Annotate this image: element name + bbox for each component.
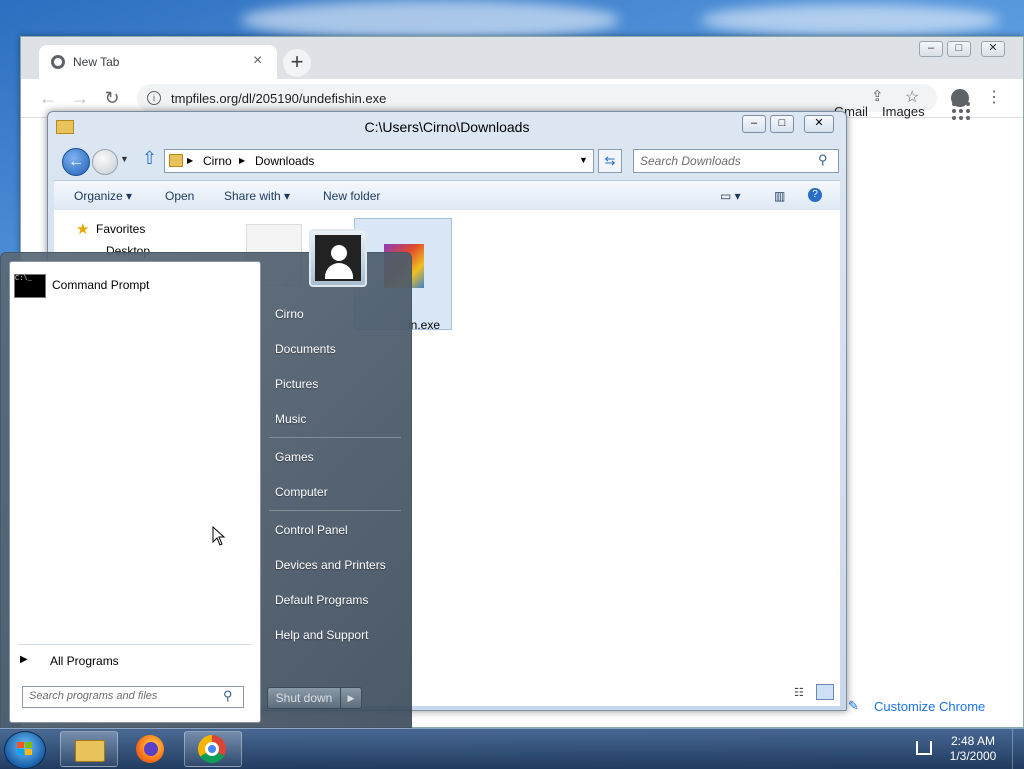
share-icon[interactable]: ⇪ (871, 87, 884, 105)
start-item-default-programs[interactable]: Default Programs (275, 593, 368, 607)
breadcrumb-separator-icon[interactable]: ▶ (187, 156, 193, 165)
all-programs-button[interactable]: All Programs (50, 654, 119, 668)
share-with-button[interactable]: Share with ▾ (224, 189, 290, 203)
change-view-icon[interactable]: ▭ ▾ (720, 189, 741, 203)
breadcrumb-downloads[interactable]: Downloads (255, 154, 314, 168)
all-programs-arrow-icon: ▶ (20, 654, 28, 665)
desktop-cloud (240, 0, 620, 40)
start-menu-programs-pane: C:\_ Command Prompt ▶ All Programs Searc… (9, 261, 261, 723)
command-prompt-icon: C:\_ (14, 274, 46, 298)
tab-title: New Tab (73, 55, 120, 69)
minimize-button[interactable]: – (919, 41, 943, 57)
search-placeholder: Search programs and files (29, 690, 158, 702)
system-clock[interactable]: 2:48 AM 1/3/2000 (944, 734, 1002, 764)
explorer-forward-button[interactable] (92, 149, 118, 175)
chrome-icon (198, 735, 226, 763)
address-url[interactable]: tmpfiles.org/dl/205190/undefishin.exe (171, 91, 386, 106)
clock-date: 1/3/2000 (949, 749, 997, 763)
open-button[interactable]: Open (165, 189, 194, 203)
explorer-back-button[interactable]: ← (62, 148, 90, 176)
back-arrow-icon[interactable]: ← (37, 87, 59, 109)
address-bar[interactable]: i tmpfiles.org/dl/205190/undefishin.exe … (137, 84, 937, 112)
firefox-icon (136, 735, 164, 763)
search-icon[interactable]: ⚲ (818, 152, 828, 168)
maximize-button[interactable]: □ (947, 41, 971, 57)
preview-pane-icon[interactable]: ▥ (774, 189, 785, 203)
start-menu: C:\_ Command Prompt ▶ All Programs Searc… (0, 229, 412, 730)
search-placeholder: Search Downloads (640, 154, 741, 168)
program-label: Command Prompt (52, 278, 150, 292)
taskbar-chrome-button[interactable] (184, 731, 242, 767)
start-item-control-panel[interactable]: Control Panel (275, 523, 348, 537)
taskbar: 2:48 AM 1/3/2000 (0, 728, 1024, 769)
start-item-help-support[interactable]: Help and Support (275, 628, 368, 642)
user-avatar-icon (315, 235, 361, 281)
start-item-music[interactable]: Music (275, 412, 306, 426)
start-item-cirno[interactable]: Cirno (275, 307, 304, 321)
close-button[interactable]: ✕ (981, 41, 1005, 57)
help-icon[interactable]: ? (808, 188, 822, 202)
desktop-cloud (700, 4, 1000, 36)
divider (18, 644, 252, 645)
forward-arrow-icon[interactable]: → (69, 87, 91, 109)
organize-button[interactable]: Organize ▾ (74, 189, 132, 203)
menu-kebab-icon[interactable]: ⋮ (983, 87, 1005, 109)
breadcrumb-separator-icon[interactable]: ▶ (239, 156, 245, 165)
clock-time: 2:48 AM (950, 734, 996, 748)
network-icon[interactable] (916, 741, 932, 755)
start-item-devices-printers[interactable]: Devices and Printers (275, 558, 386, 572)
taskbar-firefox-button[interactable] (122, 731, 180, 767)
new-tab-button[interactable]: + (283, 49, 311, 77)
nav-favorites[interactable]: Favorites (96, 222, 145, 236)
shut-down-options-icon[interactable]: ▶ (340, 687, 362, 709)
address-dropdown-icon[interactable]: ▼ (579, 155, 588, 165)
reload-icon[interactable]: ↻ (101, 87, 123, 109)
user-picture[interactable] (309, 229, 367, 287)
file-name[interactable]: in.exe (408, 318, 440, 332)
mouse-cursor-icon (212, 526, 226, 546)
recent-pages-icon[interactable]: ▼ (120, 154, 129, 164)
explorer-address-bar[interactable]: ▶ Cirno ▶ Downloads ▼ (164, 149, 594, 173)
divider (269, 510, 401, 511)
explorer-title: C:\Users\Cirno\Downloads (364, 119, 530, 135)
large-icons-view-icon[interactable] (816, 684, 834, 700)
start-item-games[interactable]: Games (275, 450, 314, 464)
start-item-documents[interactable]: Documents (275, 342, 336, 356)
details-view-icon[interactable]: ☷ (794, 686, 804, 699)
explorer-close-button[interactable]: ✕ (804, 115, 834, 133)
pencil-icon: ✎ (848, 698, 859, 713)
folder-icon (75, 740, 105, 762)
tab-new-tab[interactable]: New Tab × (39, 45, 277, 79)
explorer-maximize-button[interactable]: □ (770, 115, 794, 133)
apps-grid-icon[interactable] (952, 102, 972, 122)
program-command-prompt[interactable]: C:\_ Command Prompt (10, 266, 260, 298)
up-arrow-icon[interactable]: ⇧ (142, 148, 157, 169)
chrome-favicon-icon (51, 55, 65, 69)
start-item-computer[interactable]: Computer (275, 485, 328, 499)
explorer-command-bar: Organize ▾ Open Share with ▾ New folder … (54, 180, 840, 212)
refresh-icon[interactable]: ⇆ (598, 149, 622, 173)
windows-logo-icon (17, 742, 33, 756)
chrome-tab-strip: New Tab × + – □ ✕ (21, 37, 1023, 79)
start-button[interactable] (4, 731, 46, 769)
new-folder-button[interactable]: New folder (323, 189, 380, 203)
divider (269, 437, 401, 438)
taskbar-explorer-button[interactable] (60, 731, 118, 767)
folder-icon (169, 154, 183, 167)
start-item-pictures[interactable]: Pictures (275, 377, 318, 391)
explorer-minimize-button[interactable]: – (742, 115, 766, 133)
customize-chrome-button[interactable]: ✎ Customize Chrome (832, 690, 1008, 722)
customize-chrome-label: Customize Chrome (874, 699, 986, 714)
start-search-input[interactable]: Search programs and files ⚲ (22, 686, 244, 708)
favorites-star-icon: ★ (76, 221, 90, 238)
breadcrumb-cirno[interactable]: Cirno (203, 154, 232, 168)
images-link[interactable]: Images (882, 104, 925, 119)
tab-close-icon[interactable]: × (253, 52, 262, 70)
search-icon[interactable]: ⚲ (223, 688, 233, 704)
shut-down-button[interactable]: Shut down (267, 687, 341, 709)
site-info-icon[interactable]: i (147, 91, 161, 105)
show-desktop-button[interactable] (1012, 729, 1024, 769)
explorer-search-input[interactable]: Search Downloads ⚲ (633, 149, 839, 173)
